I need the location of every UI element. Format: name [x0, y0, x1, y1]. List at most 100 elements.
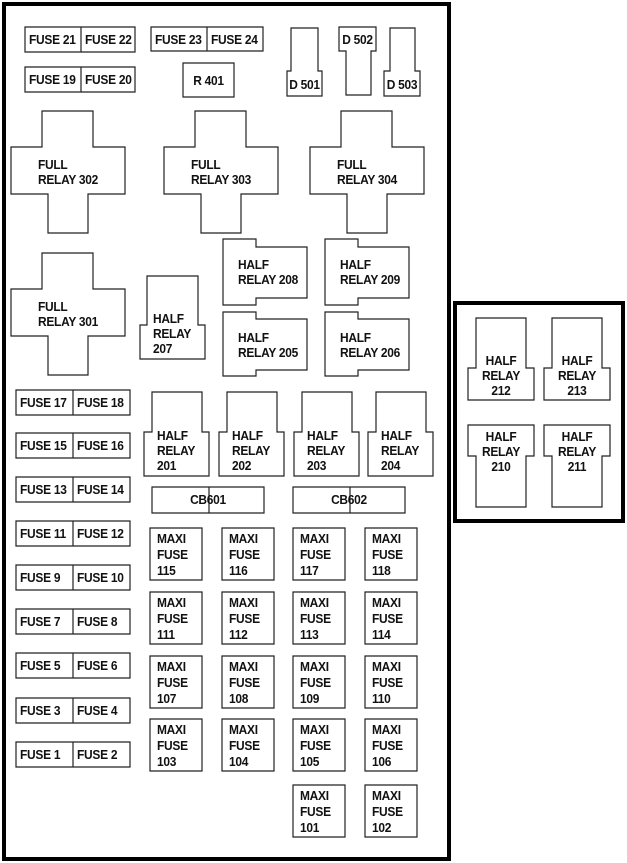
- diode-label: D 501: [288, 77, 320, 92]
- aux-half-relay-label: HALF RELAY 210: [471, 429, 532, 474]
- fuse-label-right: FUSE 2: [77, 747, 117, 762]
- fuse-label-left-line-1: FUSE 9: [20, 570, 61, 585]
- maxi-fuse-label: MAXI FUSE 109: [300, 659, 331, 707]
- diode-label-line-1: D 502: [342, 32, 373, 47]
- aux-half-relay-label-line-1: HALF: [485, 353, 517, 368]
- maxi-fuse-label-line-3: 104: [229, 754, 249, 769]
- full-relay-label-line-2: RELAY 302: [38, 172, 99, 187]
- aux-half-relay-label-line-2: RELAY: [481, 444, 521, 459]
- half-relay-label-line-2: RELAY 206: [340, 345, 401, 360]
- maxi-fuse-label: MAXI FUSE 115: [157, 531, 188, 579]
- maxi-fuse-label-line-1: MAXI: [157, 531, 186, 546]
- maxi-fuse-label-line-3: 105: [300, 754, 320, 769]
- maxi-fuse-label-line-1: MAXI: [372, 595, 401, 610]
- half-relay-label-line-3: 203: [307, 458, 327, 473]
- maxi-fuse-label-line-1: MAXI: [229, 722, 258, 737]
- fuse-label-left-line-1: FUSE 7: [20, 614, 61, 629]
- fuse-label-left: FUSE 7: [20, 614, 60, 629]
- fuse-label-left-line-1: FUSE 13: [20, 482, 67, 497]
- fuse-label-left-line-1: FUSE 19: [29, 72, 76, 87]
- full-relay-label-line-2: RELAY 303: [191, 172, 252, 187]
- fuse-label-right: FUSE 8: [77, 614, 117, 629]
- half-relay-label: HALF RELAY 205: [238, 330, 298, 360]
- half-relay-207-label: HALF RELAY 207: [153, 311, 191, 356]
- half-relay-label-line-3: 202: [232, 458, 252, 473]
- fuse-label-right-line-1: FUSE 4: [77, 703, 118, 718]
- fuse-label-left-line-1: FUSE 5: [20, 658, 61, 673]
- maxi-fuse-label-line-1: MAXI: [229, 659, 258, 674]
- maxi-fuse-label-line-1: MAXI: [229, 595, 258, 610]
- half-relay-label: HALF RELAY 208: [238, 257, 298, 287]
- half-relay-label-line-1: HALF: [232, 428, 263, 443]
- aux-half-relay-label-line-1: HALF: [561, 353, 593, 368]
- maxi-fuse-label-line-1: MAXI: [300, 722, 329, 737]
- circuit-breaker-label: CB602: [297, 492, 400, 507]
- maxi-fuse-label: MAXI FUSE 117: [300, 531, 331, 579]
- fuse-label-right-line-1: FUSE 10: [77, 570, 124, 585]
- fuse-label-left-line-1: FUSE 1: [20, 747, 61, 762]
- maxi-fuse-label-line-1: MAXI: [372, 659, 401, 674]
- half-relay-label-line-2: RELAY: [381, 443, 420, 458]
- fuse-label-right: FUSE 14: [77, 482, 124, 497]
- maxi-fuse-label-line-1: MAXI: [372, 722, 401, 737]
- fuse-label-right-line-1: FUSE 22: [85, 32, 132, 47]
- fuse-label-right-line-1: FUSE 18: [77, 395, 124, 410]
- aux-half-relay-label-line-3: 210: [491, 459, 511, 474]
- fuse-label-right: FUSE 10: [77, 570, 124, 585]
- fuse-label-right: FUSE 16: [77, 438, 124, 453]
- maxi-fuse-label-line-2: FUSE: [229, 738, 260, 753]
- maxi-fuse-label-line-2: FUSE: [157, 738, 188, 753]
- fuse-label-right: FUSE 6: [77, 658, 117, 673]
- full-relay-label-line-1: FULL: [337, 157, 367, 172]
- full-relay-label: FULL RELAY 303: [191, 157, 251, 187]
- aux-half-relay-label-line-3: 213: [567, 383, 587, 398]
- maxi-fuse-label-line-3: 101: [300, 820, 320, 835]
- half-relay-label: HALF RELAY 202: [232, 428, 270, 473]
- resistor-label: R 401: [185, 73, 232, 88]
- maxi-fuse-label-line-2: FUSE: [372, 738, 403, 753]
- half-relay-label: HALF RELAY 203: [307, 428, 345, 473]
- fuse-label-left: FUSE 5: [20, 658, 60, 673]
- half-relay-207-label-line-2: RELAY: [153, 326, 192, 341]
- fuse-label-right: FUSE 20: [85, 72, 132, 87]
- full-relay-label-line-2: RELAY 301: [38, 314, 99, 329]
- maxi-fuse-label: MAXI FUSE 110: [372, 659, 403, 707]
- maxi-fuse-label-line-1: MAXI: [157, 659, 186, 674]
- maxi-fuse-label-line-3: 114: [372, 627, 391, 642]
- half-relay-label: HALF RELAY 204: [381, 428, 419, 473]
- fuse-label-right-line-1: FUSE 6: [77, 658, 118, 673]
- maxi-fuse-label-line-2: FUSE: [300, 611, 331, 626]
- aux-half-relay-label-line-1: HALF: [485, 429, 517, 444]
- maxi-fuse-label-line-1: MAXI: [229, 531, 258, 546]
- aux-half-relay-label-line-2: RELAY: [557, 368, 597, 383]
- fuse-label-right: FUSE 22: [85, 32, 132, 47]
- half-relay-label-line-1: HALF: [157, 428, 188, 443]
- resistor-label-line-1: R 401: [193, 73, 224, 88]
- maxi-fuse-label: MAXI FUSE 103: [157, 722, 188, 770]
- half-relay-label-line-2: RELAY: [157, 443, 196, 458]
- half-relay-label-line-1: HALF: [381, 428, 412, 443]
- maxi-fuse-label-line-1: MAXI: [372, 531, 401, 546]
- half-relay-label-line-1: HALF: [238, 330, 269, 345]
- half-relay-207-label-line-1: HALF: [153, 311, 184, 326]
- aux-half-relay-label: HALF RELAY 211: [547, 429, 608, 474]
- aux-half-relay-label-line-3: 212: [491, 383, 511, 398]
- full-relay-label-line-2: RELAY 304: [337, 172, 398, 187]
- fuse-label-left: FUSE 9: [20, 570, 60, 585]
- aux-half-relay-label: HALF RELAY 213: [547, 353, 608, 398]
- fuse-label-right: FUSE 4: [77, 703, 117, 718]
- maxi-fuse-label-line-3: 118: [372, 563, 391, 578]
- maxi-fuse-label-line-3: 102: [372, 820, 392, 835]
- maxi-fuse-label-line-1: MAXI: [300, 595, 329, 610]
- fuse-label-left: FUSE 17: [20, 395, 67, 410]
- maxi-fuse-label-line-3: 111: [157, 627, 175, 642]
- full-relay-label-line-1: FULL: [191, 157, 221, 172]
- aux-half-relay-label-line-3: 211: [567, 459, 587, 474]
- maxi-fuse-label-line-2: FUSE: [372, 675, 403, 690]
- fuse-label-left-line-1: FUSE 15: [20, 438, 67, 453]
- maxi-fuse-label-line-2: FUSE: [372, 804, 403, 819]
- aux-half-relay-label-line-2: RELAY: [557, 444, 597, 459]
- maxi-fuse-label-line-2: FUSE: [157, 547, 188, 562]
- maxi-fuse-label-line-1: MAXI: [300, 531, 329, 546]
- maxi-fuse-label-line-2: FUSE: [229, 547, 260, 562]
